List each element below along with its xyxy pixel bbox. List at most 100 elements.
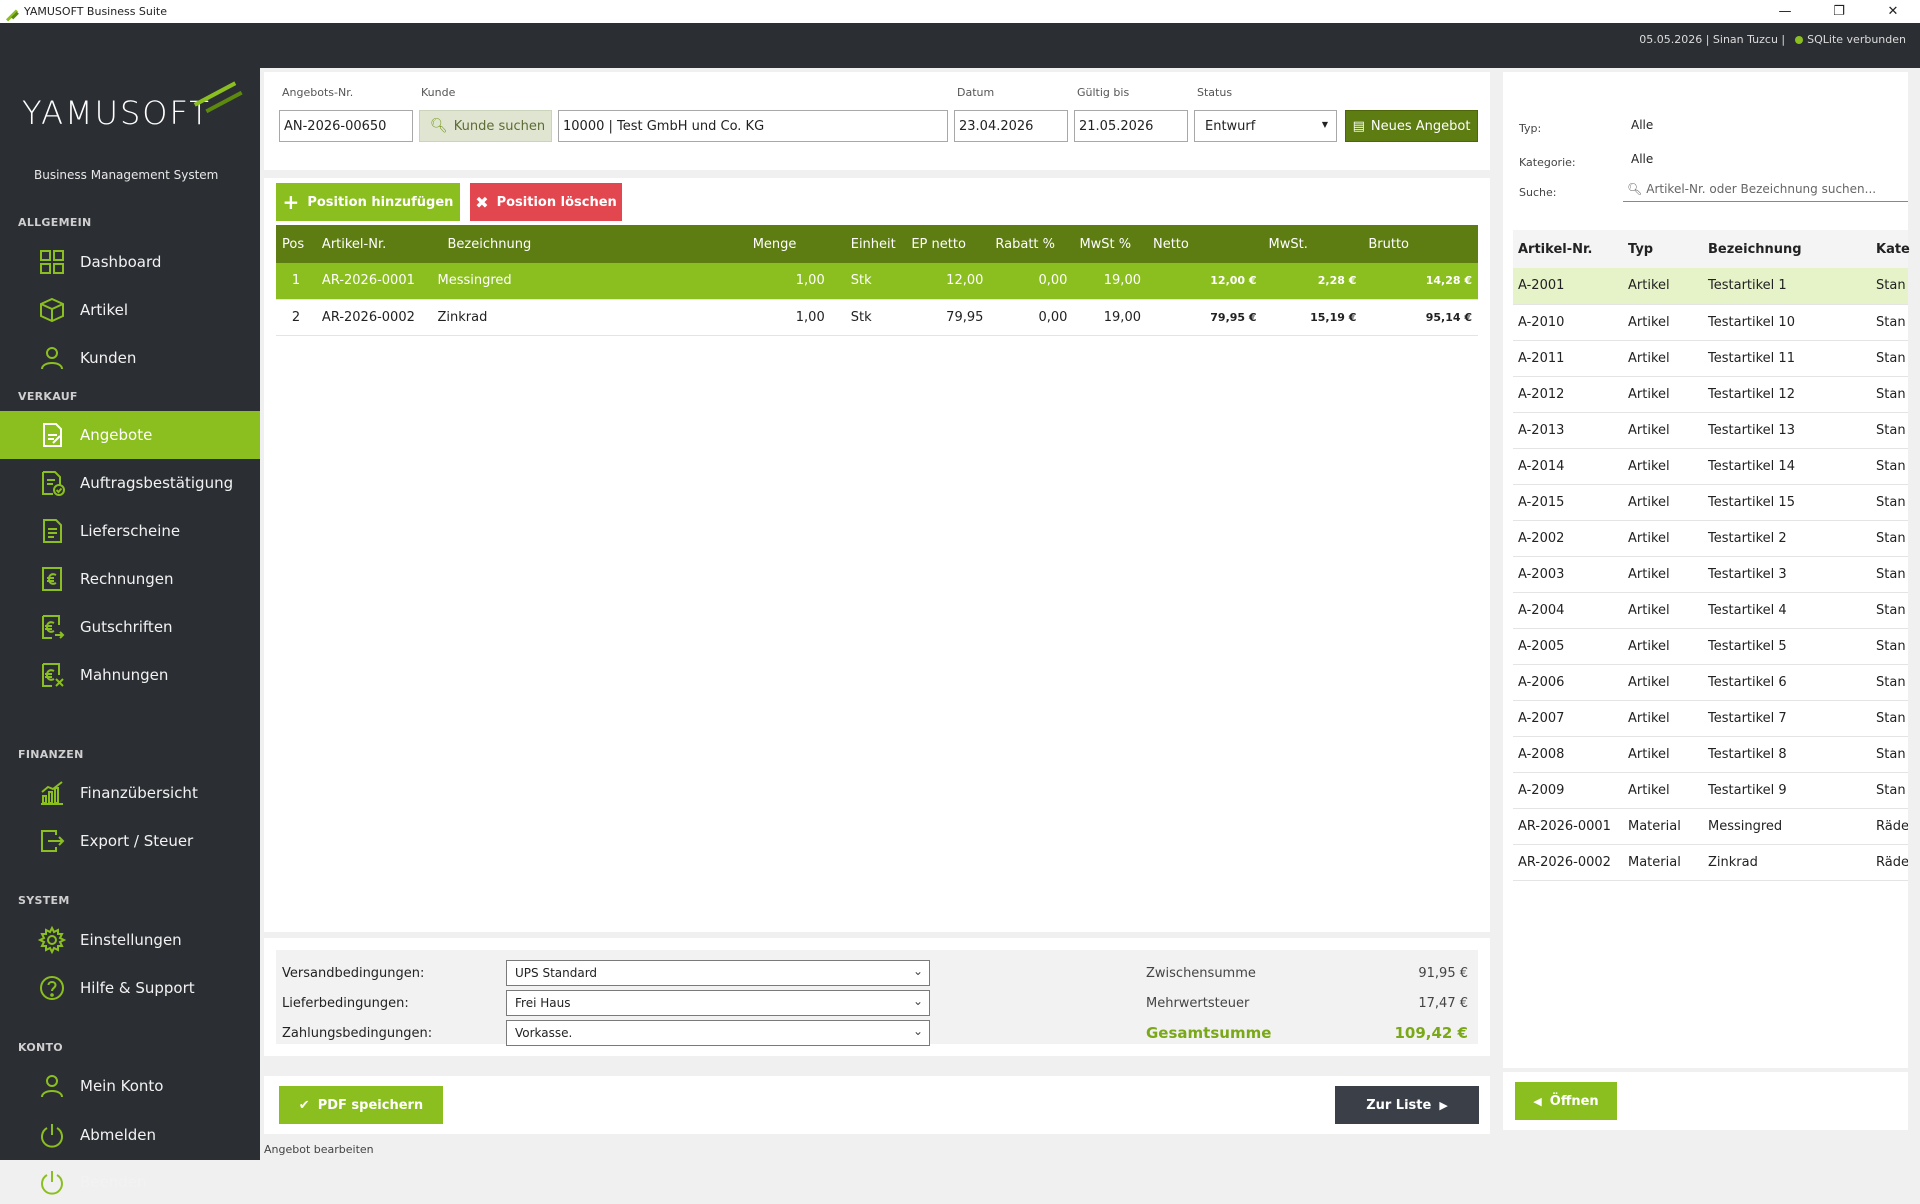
status-select[interactable]: Entwurf ▼ [1194, 110, 1337, 142]
table-row[interactable]: A-2010 Artikel Testartikel 10 Stan [1513, 304, 1908, 341]
sidebar-item-dashboard[interactable]: Dashboard [0, 238, 260, 286]
minimize-button[interactable]: — [1758, 0, 1812, 23]
delete-position-button[interactable]: ✖ Position löschen [470, 183, 622, 221]
cell-bezeichnung: Messingred [431, 263, 747, 300]
table-row[interactable]: A-2012 Artikel Testartikel 12 Stan [1513, 376, 1908, 413]
liefer-select[interactable]: Frei Haus ⌄ [506, 990, 930, 1016]
col-header[interactable]: Pos [276, 225, 316, 263]
col-header[interactable]: Brutto [1362, 225, 1478, 263]
col-header[interactable]: MwSt. [1262, 225, 1363, 263]
cell-artikel-nr: A-2006 [1513, 664, 1623, 701]
sidebar-item-lieferscheine[interactable]: Lieferscheine [0, 507, 260, 555]
restore-button[interactable]: ❐ [1812, 0, 1866, 23]
typ-select[interactable]: Alle [1631, 118, 1653, 132]
col-header[interactable]: Kate [1871, 230, 1910, 268]
table-row[interactable]: A-2005 Artikel Testartikel 5 Stan [1513, 628, 1908, 665]
user-icon [38, 344, 66, 372]
sidebar-item-rechnungen[interactable]: Rechnungen [0, 555, 260, 603]
add-position-button[interactable]: + Position hinzufügen [276, 183, 460, 221]
table-header-row: Pos Artikel-Nr. Bezeichnung Menge Einhei… [276, 225, 1478, 263]
table-row[interactable]: A-2003 Artikel Testartikel 3 Stan [1513, 556, 1908, 593]
table-row[interactable]: A-2009 Artikel Testartikel 9 Stan [1513, 772, 1908, 809]
col-header[interactable]: Bezeichnung [431, 225, 747, 263]
sidebar-item-auftragsbestaetigung[interactable]: Auftragsbestätigung [0, 459, 260, 507]
close-button[interactable]: ✕ [1866, 0, 1920, 23]
datum-field[interactable]: 23.04.2026 [954, 110, 1068, 142]
cell-typ: Artikel [1623, 772, 1703, 809]
table-row[interactable]: A-2007 Artikel Testartikel 7 Stan [1513, 700, 1908, 737]
sidebar-item-kunden[interactable]: Kunden [0, 334, 260, 382]
cell-typ: Artikel [1623, 592, 1703, 629]
sidebar-item-artikel[interactable]: Artikel [0, 286, 260, 334]
status-bar-text: Angebot bearbeiten [264, 1143, 374, 1156]
datum-label: Datum [957, 86, 995, 99]
sidebar-item-finanzuebersicht[interactable]: Finanzübersicht [0, 769, 260, 817]
chevron-down-icon: ⌄ [912, 964, 923, 978]
zahlung-select[interactable]: Vorkasse. ⌄ [506, 1020, 930, 1046]
zwischensumme-label: Zwischensumme [1146, 966, 1256, 981]
angebot-nr-field[interactable]: AN-2026-00650 [279, 110, 413, 142]
sidebar-item-mahnungen[interactable]: Mahnungen [0, 651, 260, 699]
table-row[interactable]: A-2008 Artikel Testartikel 8 Stan [1513, 736, 1908, 773]
col-header[interactable]: Typ [1623, 230, 1703, 268]
col-header[interactable]: Einheit [830, 225, 906, 263]
gesamtsumme-label: Gesamtsumme [1146, 1024, 1272, 1042]
sidebar-item-gutschriften[interactable]: Gutschriften [0, 603, 260, 651]
cell-bezeichnung: Testartikel 5 [1703, 628, 1871, 665]
kunde-search-button[interactable]: 🔍︎ Kunde suchen [419, 110, 552, 142]
table-row[interactable]: AR-2026-0001 Material Messingred Räde [1513, 808, 1908, 845]
col-header[interactable]: Bezeichnung [1703, 230, 1871, 268]
cell-artikel-nr: A-2014 [1513, 448, 1623, 485]
col-header[interactable]: MwSt % [1073, 225, 1147, 263]
table-row[interactable]: A-2013 Artikel Testartikel 13 Stan [1513, 412, 1908, 449]
back-arrow-icon: ◀ [1533, 1094, 1542, 1108]
table-row[interactable]: A-2015 Artikel Testartikel 15 Stan [1513, 484, 1908, 521]
power-icon [38, 1168, 66, 1196]
open-button[interactable]: ◀ Öffnen [1515, 1082, 1617, 1120]
window-title: YAMUSOFT Business Suite [24, 5, 168, 18]
kategorie-select[interactable]: Alle [1631, 152, 1653, 166]
sidebar-item-export-steuer[interactable]: Export / Steuer [0, 817, 260, 865]
table-row[interactable]: A-2006 Artikel Testartikel 6 Stan [1513, 664, 1908, 701]
sidebar-item-einstellungen[interactable]: Einstellungen [0, 916, 260, 964]
search-icon: 🔍︎ [430, 118, 448, 134]
kunde-field[interactable]: 10000 | Test GmbH und Co. KG [558, 110, 948, 142]
cell-bezeichnung: Testartikel 9 [1703, 772, 1871, 809]
table-row[interactable]: 2 AR-2026-0002 Zinkrad 1,00 Stk 79,95 0,… [276, 299, 1478, 336]
brand-tagline: Business Management System [34, 168, 219, 182]
sidebar-item-abmelden[interactable]: Abmelden [0, 1111, 260, 1159]
col-header[interactable]: Netto [1146, 225, 1263, 263]
save-pdf-button[interactable]: ✔ PDF speichern [279, 1086, 443, 1124]
table-row[interactable]: A-2004 Artikel Testartikel 4 Stan [1513, 592, 1908, 629]
angebot-nr-label: Angebots-Nr. [282, 86, 354, 99]
sidebar-item-beenden[interactable]: Beenden [0, 1160, 260, 1204]
cell-bezeichnung: Testartikel 12 [1703, 376, 1871, 413]
versand-select[interactable]: UPS Standard ⌄ [506, 960, 930, 986]
cell-artikel-nr: A-2011 [1513, 340, 1623, 377]
table-row[interactable]: 1 AR-2026-0001 Messingred 1,00 Stk 12,00… [276, 263, 1478, 300]
kunde-label: Kunde [421, 86, 456, 99]
col-header[interactable]: Menge [746, 225, 831, 263]
table-row[interactable]: A-2002 Artikel Testartikel 2 Stan [1513, 520, 1908, 557]
col-header[interactable]: Artikel-Nr. [1513, 230, 1623, 268]
table-row[interactable]: AR-2026-0002 Material Zinkrad Räde [1513, 844, 1908, 881]
sidebar-item-mein-konto[interactable]: Mein Konto [0, 1062, 260, 1110]
window-titlebar: YAMUSOFT Business Suite — ❐ ✕ [0, 0, 1920, 23]
cell-artikel-nr: A-2003 [1513, 556, 1623, 593]
col-header[interactable]: Rabatt % [989, 225, 1074, 263]
article-action-bar: ◀ Öffnen [1503, 1072, 1908, 1130]
cell-artikel-nr: A-2009 [1513, 772, 1623, 809]
cell-typ: Artikel [1623, 520, 1703, 557]
sidebar-item-hilfe-support[interactable]: Hilfe & Support [0, 964, 260, 1012]
new-offer-button[interactable]: ▤ Neues Angebot [1345, 110, 1478, 142]
table-row[interactable]: A-2014 Artikel Testartikel 14 Stan [1513, 448, 1908, 485]
article-search-input[interactable]: 🔍︎ Artikel-Nr. oder Bezeichnung suchen..… [1623, 176, 1908, 202]
table-row[interactable]: A-2011 Artikel Testartikel 11 Stan [1513, 340, 1908, 377]
col-header[interactable]: Artikel-Nr. [315, 225, 432, 263]
cell-mwst-pct: 19,00 [1073, 263, 1147, 300]
gueltig-field[interactable]: 21.05.2026 [1074, 110, 1188, 142]
to-list-button[interactable]: Zur Liste ▶ [1335, 1086, 1479, 1124]
table-row[interactable]: A-2001 Artikel Testartikel 1 Stan [1513, 268, 1908, 305]
sidebar-item-angebote[interactable]: Angebote [0, 411, 260, 459]
col-header[interactable]: EP netto [905, 225, 990, 263]
